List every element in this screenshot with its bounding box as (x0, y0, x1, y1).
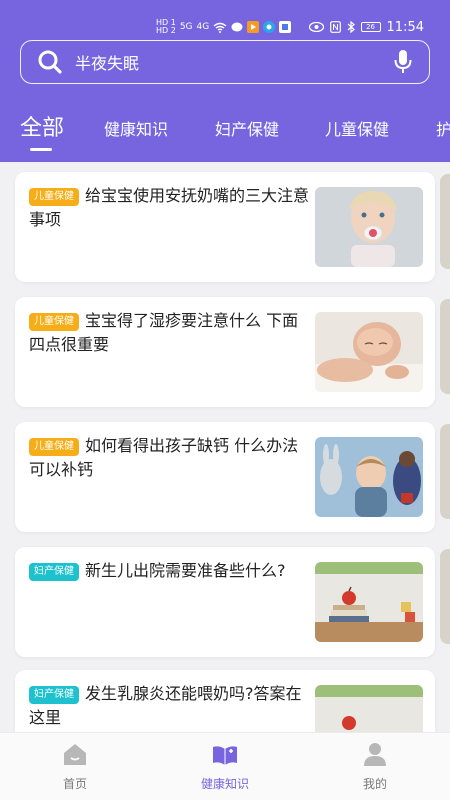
status-left: HD 1 HD 2 5G 4G (156, 14, 292, 40)
article-thumbnail[interactable] (315, 437, 423, 517)
books-apple-image (315, 562, 423, 642)
article-card[interactable]: 妇产保健 发生乳腺炎还能喂奶吗?答案在这里 (15, 670, 435, 732)
article-thumbnail[interactable] (315, 187, 423, 267)
article-card[interactable]: 儿童保健 如何看得出孩子缺钙 什么办法可以补钙 (15, 422, 435, 532)
status-time: 11:54 (386, 19, 424, 35)
header: HD 1 HD 2 5G 4G 26 11:54 半夜失眠 全部 健康知识 妇产… (0, 0, 450, 162)
user-icon (364, 743, 386, 766)
article-title[interactable]: 妇产保健 发生乳腺炎还能喂奶吗?答案在这里 (29, 682, 311, 730)
article-title[interactable]: 儿童保健 给宝宝使用安抚奶嘴的三大注意事项 (29, 184, 311, 232)
next-card-edge (440, 424, 450, 519)
app-blue-icon (263, 21, 276, 33)
article-thumbnail[interactable] (315, 562, 423, 642)
nav-mine-label: 我的 (362, 777, 387, 791)
health-book-icon (213, 746, 237, 765)
next-card-edge (440, 299, 450, 394)
battery-indicator: 26 (360, 22, 381, 32)
nav-health-knowledge-label: 健康知识 (200, 777, 249, 791)
nav-health-knowledge[interactable]: 健康知识 (180, 741, 270, 792)
nav-mine[interactable]: 我的 (330, 741, 420, 792)
search-bar[interactable]: 半夜失眠 (20, 40, 430, 84)
network-indicators: HD 1 HD 2 (156, 19, 176, 35)
article-thumbnail[interactable] (315, 312, 423, 392)
active-tab-indicator (30, 148, 52, 151)
bottom-navigation: 首页 健康知识 我的 (0, 732, 450, 800)
nav-home[interactable]: 首页 (30, 741, 120, 792)
books-apple-image (315, 685, 423, 732)
tab-child-health[interactable]: 儿童保健 (325, 116, 389, 140)
bluetooth-icon (347, 21, 355, 33)
article-list[interactable]: 儿童保健 给宝宝使用安抚奶嘴的三大注意事项 儿童保健 宝宝得了湿疹要注意什么 下面四… (0, 162, 450, 732)
app-square-icon (279, 21, 292, 33)
article-card[interactable]: 儿童保健 给宝宝使用安抚奶嘴的三大注意事项 (15, 172, 435, 282)
tab-all[interactable]: 全部 (20, 110, 64, 142)
nfc-icon (329, 21, 341, 33)
next-card-edge (440, 174, 450, 269)
microphone-icon[interactable] (393, 49, 413, 75)
signal-4g-label: 4G (196, 22, 210, 32)
article-tag: 儿童保健 (29, 188, 79, 206)
article-thumbnail[interactable] (315, 685, 423, 732)
article-tag: 儿童保健 (29, 438, 79, 456)
network-2-label: HD 2 (156, 26, 176, 35)
category-tabs: 全部 健康知识 妇产保健 儿童保健 护 (0, 106, 450, 162)
signal-5g-label: 5G (179, 22, 193, 32)
next-card-edge (440, 549, 450, 644)
message-icon (231, 22, 243, 31)
tab-health-knowledge[interactable]: 健康知识 (104, 116, 168, 140)
baby-pacifier-image (315, 187, 423, 267)
baby-toys-image (315, 437, 423, 517)
article-tag: 妇产保健 (29, 563, 79, 581)
article-card[interactable]: 儿童保健 宝宝得了湿疹要注意什么 下面四点很重要 (15, 297, 435, 407)
tab-maternal-health[interactable]: 妇产保健 (215, 116, 279, 140)
baby-lying-image (315, 312, 423, 392)
article-title[interactable]: 儿童保健 宝宝得了湿疹要注意什么 下面四点很重要 (29, 309, 311, 357)
article-title[interactable]: 儿童保健 如何看得出孩子缺钙 什么办法可以补钙 (29, 434, 311, 482)
status-bar: HD 1 HD 2 5G 4G 26 11:54 (0, 14, 450, 40)
article-card[interactable]: 妇产保健 新生儿出院需要准备些什么? (15, 547, 435, 657)
nav-home-label: 首页 (62, 777, 87, 791)
status-right: 26 11:54 (308, 14, 424, 40)
eye-icon (308, 22, 324, 32)
article-tag: 妇产保健 (29, 686, 79, 704)
wifi-icon (213, 22, 227, 33)
article-title[interactable]: 妇产保健 新生儿出院需要准备些什么? (29, 559, 311, 583)
app-orange-icon (247, 21, 260, 33)
tab-partial[interactable]: 护 (436, 116, 450, 140)
home-icon (64, 744, 86, 765)
article-tag: 儿童保健 (29, 313, 79, 331)
search-icon[interactable] (37, 49, 63, 75)
search-input[interactable]: 半夜失眠 (75, 50, 393, 74)
article-title-text: 新生儿出院需要准备些什么? (85, 561, 286, 580)
